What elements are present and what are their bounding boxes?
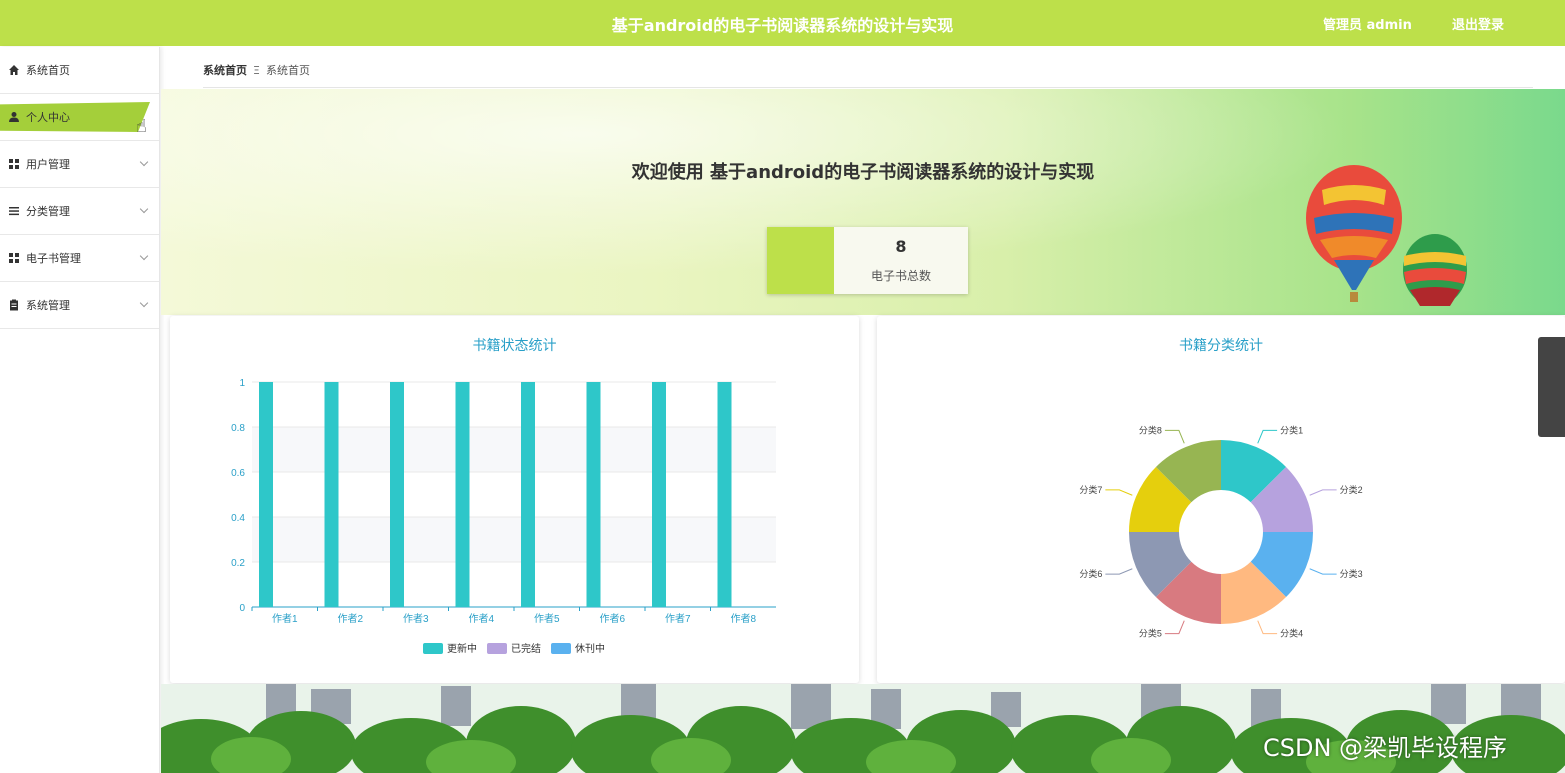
logout-link[interactable]: 退出登录 <box>1452 14 1504 33</box>
sidebar-item-label: 用户管理 <box>26 158 70 171</box>
x-tick-label: 作者1 <box>272 613 298 625</box>
bar-更新中 <box>455 382 470 607</box>
x-tick-label: 作者6 <box>599 613 625 625</box>
x-tick-label: 作者7 <box>665 613 691 625</box>
bar-更新中 <box>324 382 339 607</box>
legend-label: 更新中 <box>447 642 477 655</box>
home-icon <box>9 65 19 75</box>
pie-label: 分类2 <box>1340 484 1363 495</box>
y-tick-label: 0.8 <box>231 423 245 434</box>
sidebar-item-label: 个人中心 <box>26 111 70 124</box>
pie-leader-line <box>1164 429 1185 444</box>
x-tick-label: 作者3 <box>403 613 429 625</box>
sidebar: 系统首页 个人中心 用户管理 分类管理 电子书管理 系统管理 <box>0 47 160 773</box>
legend-swatch <box>551 643 571 654</box>
bar-更新中 <box>717 382 732 607</box>
grid-icon <box>9 159 19 169</box>
hot-air-balloons-image <box>1306 165 1467 306</box>
y-tick-label: 1 <box>239 378 245 389</box>
x-tick-label: 作者2 <box>337 613 363 625</box>
sidebar-item-label: 系统管理 <box>26 299 70 312</box>
book-category-panel: 书籍分类统计 分类1 分类2 分类3 分类4 分类5 分类6 分类7 分类8 <box>877 316 1565 683</box>
divider <box>203 87 1533 88</box>
legend-swatch <box>423 643 443 654</box>
bar-更新中 <box>521 382 535 607</box>
y-tick-label: 0.4 <box>231 513 245 524</box>
breadcrumb-separator: Ξ <box>253 64 260 77</box>
legend-label: 已完结 <box>511 642 541 655</box>
sidebar-item-ebook-management[interactable]: 电子书管理 <box>0 235 159 282</box>
y-tick-label: 0.6 <box>231 468 245 479</box>
bar-更新中 <box>390 382 404 607</box>
stat-label: 电子书总数 <box>870 269 931 283</box>
bar-更新中 <box>586 382 601 607</box>
pie-label: 分类5 <box>1139 628 1162 639</box>
legend-label: 休刊中 <box>575 642 605 655</box>
sidebar-item-category-management[interactable]: 分类管理 <box>0 188 159 235</box>
book-status-bar-chart: 0 0.2 0.4 0.6 0.8 1 作者1 作者2 作者3 作者4 作者5 作者6 作者7 作者8 更新… <box>231 378 776 655</box>
pie-leader-line <box>1257 620 1278 635</box>
side-panel-toggle[interactable] <box>1538 337 1565 437</box>
chevron-down-icon <box>139 298 149 308</box>
admin-user-label[interactable]: 管理员 admin <box>1323 14 1412 33</box>
pie-label: 分类8 <box>1139 424 1162 435</box>
stat-value: 8 <box>895 237 907 256</box>
sidebar-item-system-management[interactable]: 系统管理 <box>0 282 159 329</box>
stat-card-accent <box>767 227 834 294</box>
sidebar-item-label: 系统首页 <box>26 64 70 77</box>
hand-cursor-icon: ☝ <box>136 116 147 137</box>
pie-leader-line <box>1309 568 1337 575</box>
breadcrumb-root[interactable]: 系统首页 <box>203 64 247 77</box>
x-tick-label: 作者4 <box>468 613 494 625</box>
y-tick-label: 0.2 <box>231 558 245 569</box>
clipboard-icon <box>10 299 18 311</box>
pie-leader-line <box>1164 620 1185 635</box>
pie-leader-line <box>1105 489 1133 496</box>
list-icon <box>9 207 19 216</box>
y-tick-label: 0 <box>239 603 245 614</box>
chevron-down-icon <box>139 204 149 214</box>
pie-leader-line <box>1257 429 1278 444</box>
legend-swatch <box>487 643 507 654</box>
user-icon <box>9 112 19 122</box>
book-status-panel: 书籍状态统计 0 0.2 0.4 0.6 0.8 1 作者1 作者2 作者3 作者4 作者5 作者6 作… <box>170 316 859 683</box>
breadcrumb: 系统首页 Ξ 系统首页 <box>203 62 310 78</box>
stat-card: 8 电子书总数 <box>767 227 968 294</box>
pie-label: 分类7 <box>1079 484 1102 495</box>
pie-label: 分类1 <box>1280 424 1303 435</box>
pie-leader-line <box>1105 568 1133 575</box>
top-bar: 基于android的电子书阅读器系统的设计与实现 管理员 admin 退出登录 <box>0 0 1565 46</box>
chevron-down-icon <box>139 157 149 167</box>
pie-label: 分类4 <box>1280 628 1303 639</box>
pie-label: 分类3 <box>1340 568 1363 579</box>
sidebar-item-label: 电子书管理 <box>26 252 81 265</box>
grid-icon <box>9 253 19 263</box>
x-tick-label: 作者5 <box>534 613 560 625</box>
pie-label: 分类6 <box>1079 568 1102 579</box>
sidebar-item-label: 分类管理 <box>26 205 70 218</box>
watermark: CSDN @梁凯毕设程序 <box>1263 734 1508 762</box>
bar-更新中 <box>652 382 666 607</box>
sidebar-item-home[interactable]: 系统首页 <box>0 47 159 94</box>
book-category-donut-chart: 分类1 分类2 分类3 分类4 分类5 分类6 分类7 分类8 <box>1079 424 1363 639</box>
chevron-down-icon <box>139 251 149 261</box>
bar-更新中 <box>259 382 273 607</box>
sidebar-item-user-management[interactable]: 用户管理 <box>0 141 159 188</box>
pie-leader-line <box>1309 489 1337 496</box>
active-highlight <box>0 102 150 132</box>
breadcrumb-current: 系统首页 <box>265 64 310 77</box>
x-tick-label: 作者8 <box>730 613 756 625</box>
